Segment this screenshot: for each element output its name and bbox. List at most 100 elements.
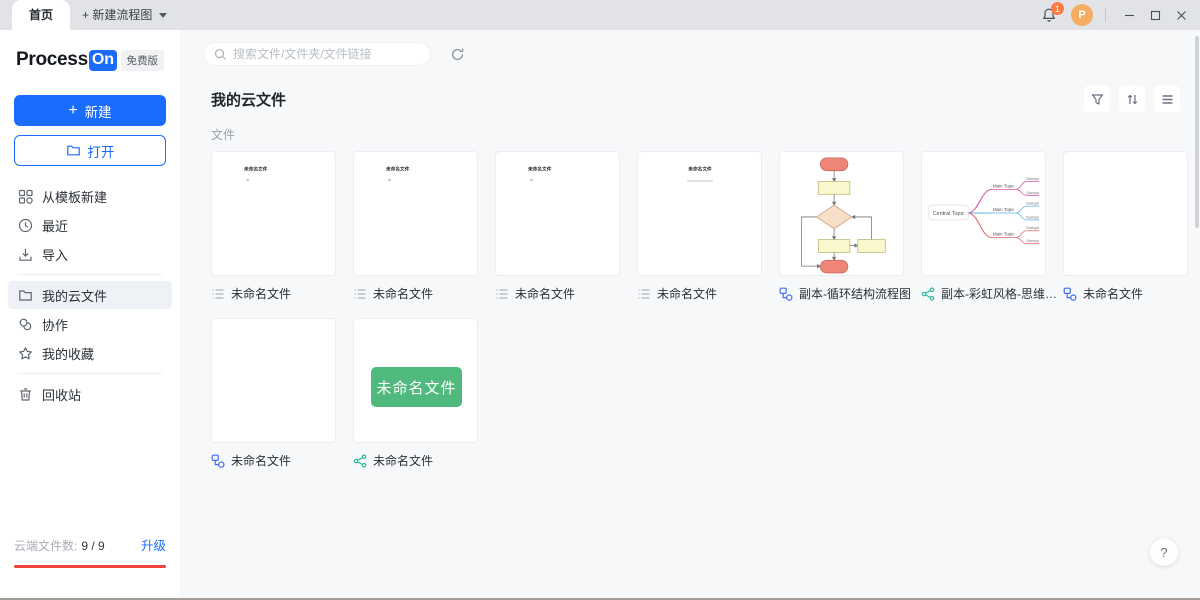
file-card[interactable]: 未命名文件 [211,318,336,469]
list-view-icon [1161,93,1174,106]
tab-new-flowchart-label: + 新建流程图 [82,6,152,23]
search-input[interactable] [233,47,420,61]
thumb-doc-mark [246,179,249,181]
tab-home-label: 首页 [29,8,53,22]
sidebar-item-trash[interactable]: 回收站 [8,380,172,408]
scrollbar[interactable] [1195,36,1199,228]
notification-badge: 1 [1051,2,1064,15]
svg-text:Main Topic: Main Topic [993,207,1015,212]
file-card[interactable]: 未命名文件 未命名文件 [211,151,336,302]
thumb-doc-title: 未命名文件 [528,165,551,172]
refresh-icon[interactable] [450,47,465,62]
help-label: ? [1160,545,1167,560]
storage-label: 云端文件数: [14,537,77,554]
file-thumbnail[interactable]: 未命名文件 [495,151,620,276]
flowchart-icon [1063,287,1077,301]
file-card[interactable]: 未命名文件 未命名文件 [637,151,762,302]
document-list-icon [495,287,509,301]
flowchart-preview [780,152,903,275]
storage-meter: 云端文件数: 9 / 9 升级 [14,535,166,568]
thumb-doc-subtitle [687,180,713,182]
filter-button[interactable] [1084,86,1110,112]
file-card[interactable]: 未命名文件 未命名文件 [495,151,620,302]
mindmap-icon [921,287,935,301]
sidebar: Process On 免费版 + 新建 打开 从模板新建 [0,30,180,598]
file-name: 未命名文件 [1083,285,1143,302]
plus-icon: + [68,103,77,119]
file-card[interactable]: 未命名文件 未命名文件 [353,318,478,469]
search-box[interactable] [203,42,431,66]
file-thumbnail[interactable]: 未命名文件 [637,151,762,276]
sidebar-item-label: 我的云文件 [42,286,107,305]
file-card[interactable]: 未命名文件 [1063,151,1188,302]
file-thumbnail[interactable]: 未命名文件 [353,151,478,276]
tab-strip: 首页 + 新建流程图 [0,0,179,30]
svg-text:Main Topic: Main Topic [993,183,1015,188]
import-icon [18,247,33,262]
sidebar-item-label: 最近 [42,216,68,235]
menu-divider [18,274,162,275]
upgrade-link[interactable]: 升级 [141,535,166,554]
titlebar-separator [1105,8,1106,22]
file-card[interactable]: Central Topic Main Topic Main Topic Main… [921,151,1046,302]
folder-icon [18,288,33,303]
file-thumbnail-blank[interactable] [211,318,336,443]
svg-text:Subtopic: Subtopic [1026,226,1039,230]
sidebar-item-my-cloud-files[interactable]: 我的云文件 [8,281,172,309]
titlebar: 首页 + 新建流程图 1 P [0,0,1200,30]
list-view-button[interactable] [1154,86,1180,112]
file-name: 未命名文件 [231,285,291,302]
sidebar-item-recent[interactable]: 最近 [8,211,172,239]
sidebar-item-favorites[interactable]: 我的收藏 [8,339,172,367]
file-name: 未命名文件 [657,285,717,302]
file-name: 副本-循环结构流程图 [799,285,911,302]
page-title: 我的云文件 [211,89,286,110]
sidebar-item-import[interactable]: 导入 [8,240,172,268]
file-thumbnail-flowchart[interactable] [779,151,904,276]
tab-new-flowchart[interactable]: + 新建流程图 [70,0,179,30]
sort-button[interactable] [1119,86,1145,112]
close-button[interactable] [1168,0,1194,30]
svg-text:Subtopic: Subtopic [1026,239,1039,243]
thumb-doc-title: 未命名文件 [244,165,267,172]
main-content: 我的云文件 [180,30,1200,598]
maximize-button[interactable] [1142,0,1168,30]
file-name: 副本-彩虹风格-思维导… [941,285,1059,302]
avatar[interactable]: P [1071,4,1093,26]
thumb-doc-mark [530,179,533,181]
logo-on-badge: On [89,50,117,71]
file-thumbnail-blank[interactable] [1063,151,1188,276]
new-button-label: 新建 [85,101,112,121]
file-name: 未命名文件 [231,452,291,469]
sidebar-menu: 从模板新建 最近 导入 [0,182,180,408]
minimize-button[interactable] [1116,0,1142,30]
sidebar-item-collaboration[interactable]: 协作 [8,310,172,338]
logo-text: Process [16,49,88,71]
file-card[interactable]: 副本-循环结构流程图 [779,151,904,302]
svg-text:Central Topic: Central Topic [933,211,965,217]
document-list-icon [211,287,225,301]
notifications-button[interactable]: 1 [1041,7,1057,23]
sidebar-item-label: 我的收藏 [42,344,94,363]
mindmap-icon [353,454,367,468]
file-grid-row-1: 未命名文件 未命名文件 未命名文件 [211,151,1200,302]
sidebar-item-new-from-template[interactable]: 从模板新建 [8,182,172,210]
sidebar-item-label: 导入 [42,245,68,264]
tab-home[interactable]: 首页 [12,0,70,30]
thumb-doc-title: 未命名文件 [386,165,409,172]
plan-badge: 免费版 [121,50,165,71]
trash-icon [18,387,33,402]
open-button-label: 打开 [88,141,115,161]
folder-open-icon [66,143,81,158]
file-card[interactable]: 未命名文件 未命名文件 [353,151,478,302]
storage-progress-bar [14,565,166,568]
svg-text:Subtopic: Subtopic [1026,202,1039,206]
file-thumbnail[interactable]: 未命名文件 [211,151,336,276]
new-button[interactable]: + 新建 [14,95,166,126]
file-thumbnail-greenbox[interactable]: 未命名文件 [353,318,478,443]
template-icon [18,189,33,204]
open-button[interactable]: 打开 [14,135,166,166]
help-button[interactable]: ? [1150,538,1178,566]
document-list-icon [353,287,367,301]
file-thumbnail-mindmap[interactable]: Central Topic Main Topic Main Topic Main… [921,151,1046,276]
